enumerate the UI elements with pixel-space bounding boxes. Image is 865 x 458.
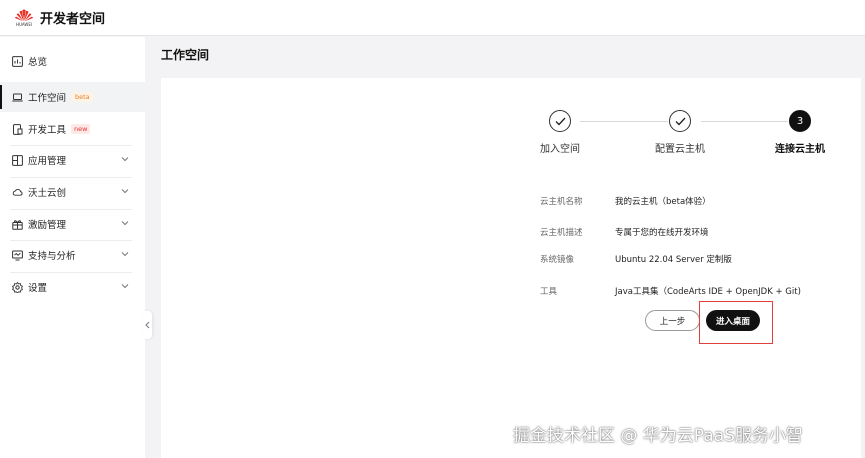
sidebar-item-label: 工作空间 [28,93,67,104]
highlight-annotation [699,301,773,344]
step-label: 配置云主机 [655,144,705,155]
sidebar-item-label: 激励管理 [28,220,67,231]
app-icon [12,154,23,166]
sidebar-item-support-analysis[interactable]: 支持与分析 [0,240,145,270]
step-connect-host: 3 连接云主机 [769,110,831,155]
sidebar-item-workspace[interactable]: 工作空间 beta [0,82,145,112]
logo-text: HUAWEI [15,22,33,27]
huawei-logo-icon [15,9,33,22]
sidebar-item-dev-tools[interactable]: 开发工具 new [0,114,145,144]
sidebar-item-incentives[interactable]: 激励管理 [0,209,145,239]
page-title: 工作空间 [161,48,210,62]
info-label-host-desc: 云主机描述 [540,228,583,238]
chevron-down-icon [121,157,129,162]
gift-icon [12,219,23,230]
sidebar-item-label: 支持与分析 [28,251,76,262]
sidebar-item-overview[interactable]: 总览 [0,46,145,76]
chevron-down-icon [121,221,129,226]
step-join-space: 加入空间 [535,110,585,155]
sidebar: 总览 工作空间 beta 开发工具 new 应用管理 沃土云创 激励管理 支持与… [0,37,145,458]
new-badge: new [71,124,91,134]
cloud-icon [12,187,23,198]
sidebar-item-wotu-cloud[interactable]: 沃土云创 [0,177,145,207]
watermark: 掘金技术社区 @ 华为云PaaS服务小智 [513,426,803,446]
step-label: 连接云主机 [775,144,825,155]
chevron-down-icon [121,189,129,194]
sidebar-item-label: 总览 [28,57,48,68]
sidebar-item-label: 应用管理 [28,156,67,167]
check-icon [549,110,571,132]
check-icon [669,110,691,132]
info-label-system-image: 系统镜像 [540,255,575,265]
gear-icon [12,281,23,293]
info-label-host-name: 云主机名称 [540,197,583,207]
top-bar: HUAWEI 开发者空间 [0,0,865,36]
step-configure-host: 配置云主机 [650,110,710,155]
sidebar-item-label: 沃土云创 [28,188,67,199]
info-value-tools: Java工具集（CodeArts IDE + OpenJDK + Git) [615,287,801,297]
sidebar-item-app-management[interactable]: 应用管理 [0,145,145,175]
sidebar-item-label: 开发工具 [28,125,67,136]
info-value-system-image: Ubuntu 22.04 Server 定制版 [615,255,732,265]
laptop-icon [12,92,23,103]
overview-icon [12,55,23,67]
workspace-card [161,78,861,458]
info-value-host-desc: 专属于您的在线开发环境 [615,228,709,238]
huawei-logo[interactable]: HUAWEI [12,8,36,27]
beta-badge: beta [72,92,93,102]
step-number: 3 [789,110,811,132]
device-icon [12,123,23,135]
chevron-down-icon [121,252,129,257]
sidebar-item-label: 设置 [28,283,48,294]
app-title: 开发者空间 [40,12,106,27]
monitor-icon [12,250,23,261]
prev-step-button[interactable]: 上一步 [645,310,700,331]
sidebar-item-settings[interactable]: 设置 [0,272,145,302]
info-label-tools: 工具 [540,287,558,297]
chevron-down-icon [121,284,129,289]
chevron-left-icon [145,321,150,329]
step-label: 加入空间 [540,144,580,155]
info-value-host-name: 我的云主机（beta体验） [615,197,711,207]
sidebar-collapse-handle[interactable] [143,311,152,339]
